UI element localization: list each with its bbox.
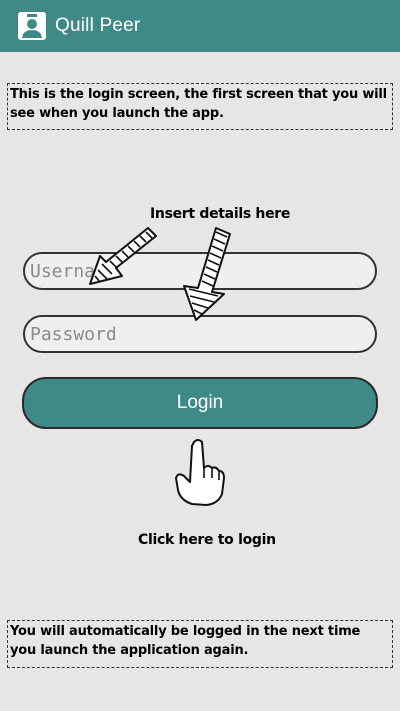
click-login-caption: Click here to login [138, 532, 276, 548]
arrow-to-username-icon [89, 227, 157, 285]
bottom-instruction-note: You will automatically be logged in the … [7, 620, 393, 668]
insert-details-caption: Insert details here [150, 206, 291, 222]
top-instruction-note: This is the login screen, the first scre… [7, 83, 393, 130]
login-button[interactable]: Login [22, 377, 378, 429]
pointing-hand-icon [175, 439, 225, 506]
person-icon [18, 12, 46, 40]
arrow-to-password-icon [183, 227, 231, 321]
app-bar: Quill Peer [0, 0, 400, 52]
app-title: Quill Peer [55, 15, 141, 36]
